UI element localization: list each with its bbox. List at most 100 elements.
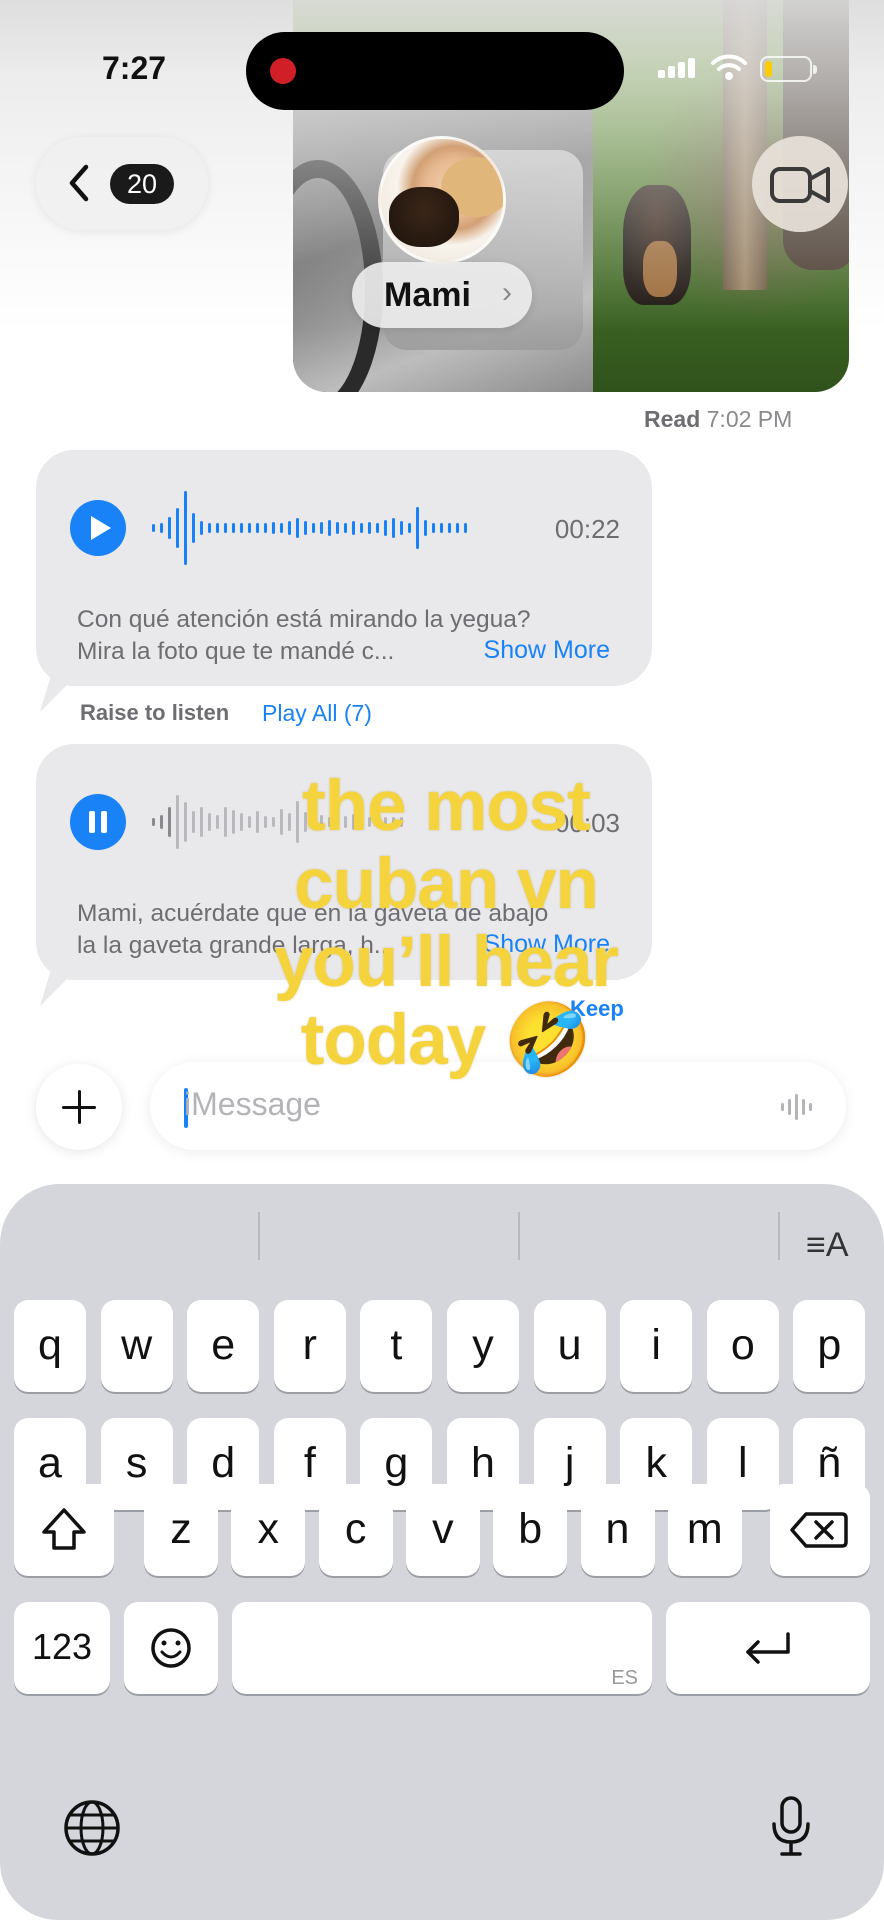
waveform-bar bbox=[248, 523, 251, 533]
read-label: Read bbox=[644, 406, 701, 432]
waveform-bar bbox=[376, 523, 379, 533]
raise-to-listen-label: Raise to listen bbox=[80, 700, 230, 725]
key-o[interactable]: o bbox=[706, 1300, 779, 1392]
waveform-bar bbox=[296, 518, 299, 538]
pause-button[interactable] bbox=[70, 794, 126, 850]
waveform-bar bbox=[152, 524, 155, 532]
contact-name-button[interactable]: Mami › bbox=[352, 262, 532, 328]
audio-record-icon[interactable] bbox=[781, 1092, 812, 1122]
waveform-bar bbox=[344, 523, 347, 533]
play-all-button[interactable]: Play All (7) bbox=[262, 700, 372, 727]
waveform-bar bbox=[288, 521, 291, 535]
key-x[interactable]: x bbox=[231, 1484, 306, 1576]
unread-count-badge: 20 bbox=[110, 164, 174, 204]
recording-indicator-icon bbox=[270, 58, 296, 84]
key-u[interactable]: u bbox=[533, 1300, 606, 1392]
dynamic-island[interactable] bbox=[246, 32, 624, 110]
waveform-bar bbox=[152, 818, 155, 826]
audio-message[interactable]: 00:22 Con qué atención está mirando la y… bbox=[36, 450, 652, 712]
contact-avatar[interactable] bbox=[378, 136, 506, 264]
waveform-bar bbox=[208, 523, 211, 533]
waveform-bar bbox=[232, 523, 235, 533]
waveform-bar bbox=[368, 522, 371, 534]
key-y[interactable]: y bbox=[447, 1300, 519, 1392]
read-receipt: Read 7:02 PM bbox=[644, 406, 792, 433]
space-key[interactable]: ES bbox=[232, 1602, 652, 1694]
suggestion-divider bbox=[778, 1212, 780, 1260]
waveform-bar bbox=[256, 523, 259, 533]
waveform-bar bbox=[328, 520, 331, 536]
key-c[interactable]: c bbox=[318, 1484, 393, 1576]
waveform-bar bbox=[216, 523, 219, 533]
key-e[interactable]: e bbox=[187, 1300, 260, 1392]
globe-icon[interactable] bbox=[62, 1798, 122, 1858]
delete-key[interactable] bbox=[770, 1484, 870, 1576]
waveform-bar bbox=[272, 522, 275, 534]
read-time: 7:02 PM bbox=[706, 406, 793, 432]
waveform-bar bbox=[352, 521, 355, 535]
play-icon bbox=[91, 516, 111, 540]
avatar-puppy bbox=[389, 187, 459, 247]
key-t[interactable]: t bbox=[360, 1300, 433, 1392]
key-i[interactable]: i bbox=[620, 1300, 693, 1392]
audio-waveform[interactable] bbox=[152, 488, 467, 568]
waveform-bar bbox=[240, 523, 243, 533]
emoji-key[interactable] bbox=[124, 1602, 218, 1694]
waveform-bar bbox=[400, 521, 403, 535]
key-w[interactable]: w bbox=[100, 1300, 173, 1392]
waveform-bar bbox=[336, 522, 339, 534]
key-v[interactable]: v bbox=[405, 1484, 480, 1576]
text-format-icon[interactable]: ≡A bbox=[806, 1226, 849, 1265]
key-p[interactable]: p bbox=[793, 1300, 866, 1392]
transcript-line: Con qué atención está mirando la yegua? bbox=[77, 606, 531, 633]
waveform-bar bbox=[440, 523, 443, 533]
waveform-bar bbox=[416, 507, 419, 549]
show-more-link[interactable]: Show More bbox=[484, 636, 610, 665]
chevron-left-icon bbox=[69, 164, 89, 202]
key-z[interactable]: z bbox=[144, 1484, 218, 1576]
return-icon bbox=[746, 1632, 790, 1664]
waveform-bar bbox=[312, 523, 315, 533]
key-n[interactable]: n bbox=[580, 1484, 655, 1576]
transcript-line: Mira la foto que te mandé c... bbox=[77, 638, 395, 665]
waveform-bar bbox=[264, 523, 267, 533]
caption-line: today 🤣 bbox=[300, 1001, 593, 1080]
suggestion-divider bbox=[518, 1212, 520, 1260]
numbers-key[interactable]: 123 bbox=[14, 1602, 110, 1694]
waveform-bar bbox=[392, 518, 395, 538]
keyboard-language: ES bbox=[611, 1667, 638, 1689]
play-button[interactable] bbox=[70, 500, 126, 556]
video-camera-icon bbox=[770, 167, 830, 203]
facetime-button[interactable] bbox=[752, 136, 848, 232]
waveform-bar bbox=[192, 513, 195, 543]
key-m[interactable]: m bbox=[667, 1484, 742, 1576]
waveform-bar bbox=[184, 491, 187, 565]
bubble-tail bbox=[40, 966, 80, 1006]
waveform-bar bbox=[176, 508, 179, 548]
bubble-tail bbox=[40, 672, 80, 712]
overlay-caption: the most cuban vn you’ll hear today 🤣 bbox=[186, 768, 706, 1080]
waveform-bar bbox=[168, 517, 171, 539]
key-q[interactable]: q bbox=[14, 1300, 86, 1392]
waveform-bar bbox=[160, 815, 163, 829]
waveform-bar bbox=[224, 523, 227, 533]
waveform-bar bbox=[448, 523, 451, 533]
wifi-icon bbox=[711, 54, 747, 80]
contact-name: Mami bbox=[384, 276, 471, 314]
waveform-bar bbox=[432, 523, 435, 533]
key-r[interactable]: r bbox=[273, 1300, 346, 1392]
microphone-icon[interactable] bbox=[766, 1794, 816, 1860]
caption-line: you’ll hear bbox=[273, 923, 619, 1002]
backspace-icon bbox=[790, 1512, 848, 1548]
photo-puppy bbox=[623, 185, 691, 305]
add-attachment-button[interactable] bbox=[36, 1064, 122, 1150]
back-button[interactable]: 20 bbox=[36, 137, 208, 230]
waveform-bar bbox=[424, 520, 427, 536]
suggestion-divider bbox=[258, 1212, 260, 1260]
waveform-bar bbox=[464, 523, 467, 533]
key-b[interactable]: b bbox=[493, 1484, 568, 1576]
return-key[interactable] bbox=[666, 1602, 870, 1694]
audio-duration: 00:22 bbox=[554, 514, 620, 544]
keyboard: ≡A qwertyuiop asdfghjklñ zxcvbnm 123 ES bbox=[0, 1184, 884, 1920]
shift-key[interactable] bbox=[14, 1484, 114, 1576]
